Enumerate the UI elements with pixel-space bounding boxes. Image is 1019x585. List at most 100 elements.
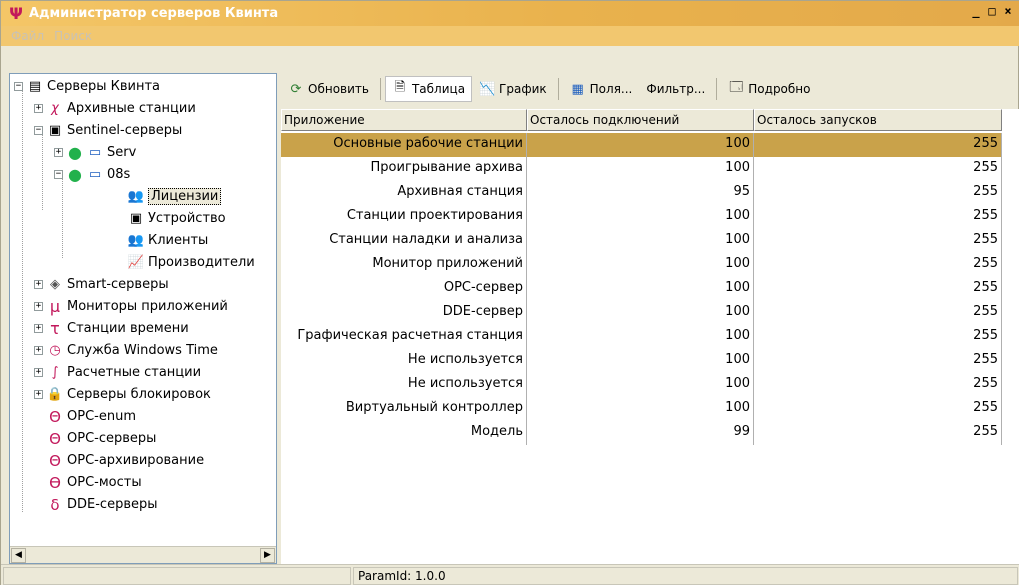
- document-icon: 🗎: [394, 80, 406, 95]
- tree-node-archive[interactable]: + χ Архивные станции: [34, 98, 196, 119]
- toolbar-separator: [379, 78, 381, 100]
- tree-node-time-stations[interactable]: + τ Станции времени: [34, 318, 189, 339]
- menu-file[interactable]: Файл: [11, 29, 44, 43]
- table-row[interactable]: Проигрывание архива 100 255: [281, 157, 1002, 181]
- cell-runs: 255: [754, 397, 1002, 421]
- filter-button[interactable]: Фильтр...: [639, 76, 712, 102]
- cell-app: Модель: [281, 421, 527, 445]
- table-row[interactable]: DDE-сервер 100 255: [281, 301, 1002, 325]
- table-row[interactable]: Монитор приложений 100 255: [281, 253, 1002, 277]
- theta-icon: Θ: [49, 429, 61, 448]
- details-button[interactable]: 🗔 Подробно: [721, 76, 817, 102]
- expand-icon[interactable]: +: [34, 346, 43, 355]
- tree-label: OPC-мосты: [67, 475, 142, 490]
- details-label: Подробно: [748, 82, 811, 96]
- expand-icon[interactable]: +: [34, 302, 43, 311]
- cell-app: Графическая расчетная станция: [281, 325, 527, 349]
- table-row[interactable]: OPC-сервер 100 255: [281, 277, 1002, 301]
- table-row[interactable]: Станции наладки и анализа 100 255: [281, 229, 1002, 253]
- tree-node-device[interactable]: ▣ Устройство: [128, 208, 226, 229]
- tree-node-opc-enum[interactable]: Θ OPC-enum: [47, 406, 136, 427]
- tree-node-serv[interactable]: + ● ▭ Serv: [54, 142, 136, 163]
- table-row[interactable]: Не используется 100 255: [281, 349, 1002, 373]
- properties-icon: 🗔: [729, 80, 744, 95]
- tree-node-locks[interactable]: + 🔒 Серверы блокировок: [34, 384, 211, 405]
- menu-search[interactable]: Поиск: [54, 29, 92, 43]
- tree-label: OPC-enum: [67, 409, 136, 424]
- expand-icon[interactable]: +: [54, 148, 63, 157]
- cell-app: Не используется: [281, 373, 527, 397]
- tree-node-opc-archiving[interactable]: Θ OPC-архивирование: [47, 450, 204, 471]
- cell-connections: 100: [527, 253, 754, 277]
- tree-horizontal-scrollbar[interactable]: ◀ ▶: [10, 546, 276, 563]
- collapse-icon[interactable]: −: [14, 82, 23, 91]
- tree-node-calc[interactable]: + ∫ Расчетные станции: [34, 362, 201, 383]
- refresh-label: Обновить: [308, 82, 369, 96]
- column-header-app[interactable]: Приложение: [281, 109, 527, 131]
- tree-node-windows-time[interactable]: + ◷ Служба Windows Time: [34, 340, 218, 361]
- table-row[interactable]: Архивная станция 95 255: [281, 181, 1002, 205]
- tree-node-smart[interactable]: + ◈ Smart-серверы: [34, 274, 169, 295]
- mu-icon: μ: [49, 296, 61, 316]
- tree-label: Станции времени: [67, 321, 189, 336]
- table-row[interactable]: Модель 99 255: [281, 421, 1002, 445]
- lock-icon: 🔒: [46, 386, 64, 402]
- table-view-button[interactable]: 🗎 Таблица: [384, 76, 473, 102]
- expand-icon[interactable]: +: [34, 324, 43, 333]
- column-header-connections[interactable]: Осталось подключений: [527, 109, 754, 131]
- tree-node-sentinel[interactable]: − ▣ Sentinel-серверы: [34, 120, 182, 141]
- close-button[interactable]: ×: [1000, 4, 1016, 20]
- collapse-icon[interactable]: −: [34, 126, 43, 135]
- refresh-button[interactable]: ⟳ Обновить: [281, 76, 376, 102]
- graph-view-button[interactable]: 📉 График: [472, 76, 554, 102]
- maximize-button[interactable]: □: [984, 4, 1000, 20]
- cell-app: Виртуальный контроллер: [281, 397, 527, 421]
- online-status-icon: ●: [68, 142, 82, 162]
- collapse-icon[interactable]: −: [54, 170, 63, 179]
- table-row[interactable]: Графическая расчетная станция 100 255: [281, 325, 1002, 349]
- device-icon: ▣: [129, 210, 143, 226]
- cell-app: Проигрывание архива: [281, 157, 527, 181]
- scroll-right-icon[interactable]: ▶: [260, 548, 275, 563]
- tree-label: Серверы блокировок: [67, 387, 211, 402]
- cell-runs: 255: [754, 229, 1002, 253]
- fields-button[interactable]: ▦ Поля...: [563, 76, 640, 102]
- table-row[interactable]: Основные рабочие станции 100 255: [281, 133, 1002, 157]
- cell-connections: 100: [527, 397, 754, 421]
- cell-app: Станции проектирования: [281, 205, 527, 229]
- tree-node-root[interactable]: − ▤ Серверы Квинта: [14, 76, 160, 97]
- tau-icon: τ: [50, 318, 60, 338]
- cell-app: DDE-сервер: [281, 301, 527, 325]
- table-row[interactable]: Станции проектирования 100 255: [281, 205, 1002, 229]
- tree-node-opc-bridges[interactable]: ϴ OPC-мосты: [47, 472, 142, 493]
- cell-app: OPC-сервер: [281, 277, 527, 301]
- cell-runs: 255: [754, 325, 1002, 349]
- cell-connections: 95: [527, 181, 754, 205]
- table-header: Приложение Осталось подключений Осталось…: [281, 109, 1002, 131]
- expand-icon[interactable]: +: [34, 390, 43, 399]
- licenses-table[interactable]: Приложение Осталось подключений Осталось…: [281, 109, 1019, 564]
- tree-node-monitors[interactable]: + μ Мониторы приложений: [34, 296, 228, 317]
- tree-node-08s[interactable]: − ● ▭ 08s: [54, 164, 130, 185]
- tree-label: OPC-серверы: [67, 431, 157, 446]
- expand-icon[interactable]: +: [34, 280, 43, 289]
- server-tree[interactable]: − ▤ Серверы Квинта + χ Архивные станции …: [9, 73, 277, 564]
- scroll-left-icon[interactable]: ◀: [11, 548, 26, 563]
- table-row[interactable]: Виртуальный контроллер 100 255: [281, 397, 1002, 421]
- title-bar[interactable]: Ψ Администратор серверов Квинта _ □ ×: [1, 1, 1019, 26]
- tree-node-vendors[interactable]: 📈 Производители: [128, 252, 255, 273]
- graph-label: График: [499, 82, 547, 96]
- tree-node-licenses[interactable]: 👥 Лицензии: [128, 186, 222, 207]
- tree-node-opc-servers[interactable]: Θ OPC-серверы: [47, 428, 156, 449]
- expand-icon[interactable]: +: [34, 104, 43, 113]
- tree-node-clients[interactable]: 👥 Клиенты: [128, 230, 208, 251]
- table-row[interactable]: Не используется 100 255: [281, 373, 1002, 397]
- tree-node-dde[interactable]: δ DDE-серверы: [47, 494, 157, 515]
- expand-icon[interactable]: +: [34, 368, 43, 377]
- cell-connections: 100: [527, 157, 754, 181]
- table-label: Таблица: [411, 82, 466, 96]
- cell-connections: 100: [527, 229, 754, 253]
- fields-label: Поля...: [589, 82, 633, 96]
- minimize-button[interactable]: _: [968, 4, 984, 20]
- column-header-runs[interactable]: Осталось запусков: [754, 109, 1002, 131]
